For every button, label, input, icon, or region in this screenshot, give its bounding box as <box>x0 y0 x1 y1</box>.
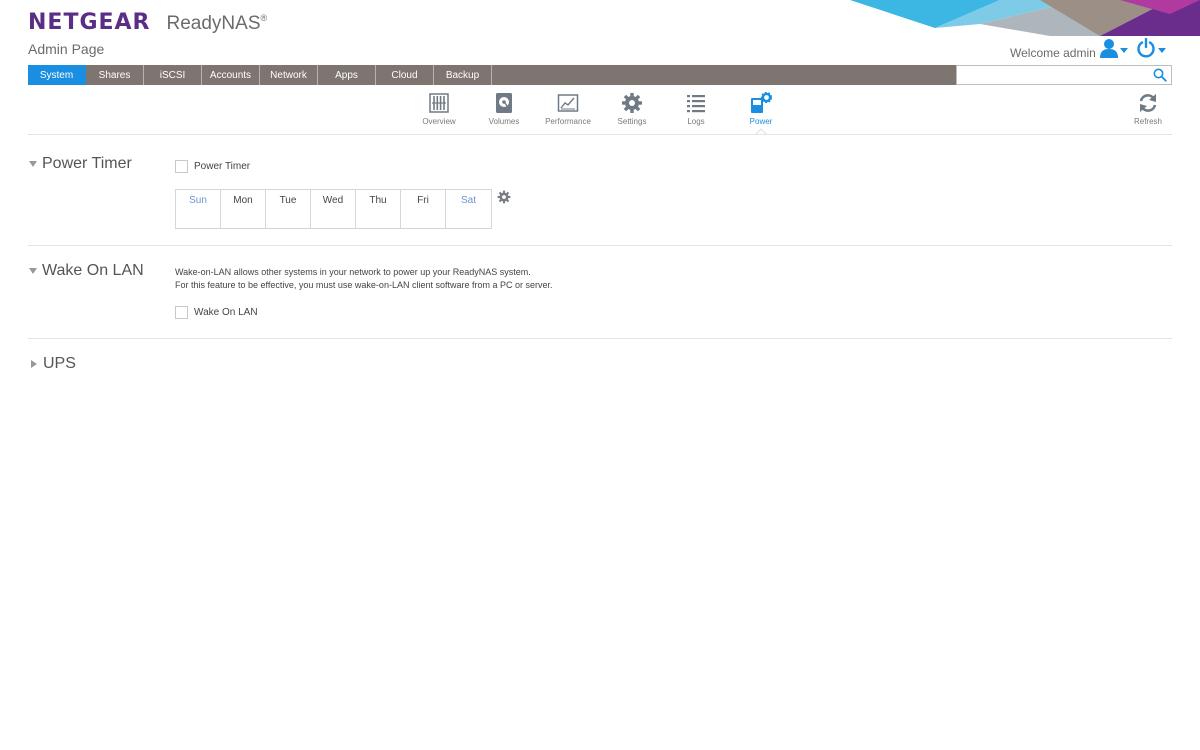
refresh-button[interactable]: Refresh <box>1118 92 1178 126</box>
search-input[interactable] <box>957 66 1153 84</box>
search-box <box>956 65 1172 85</box>
wake-on-lan-description-line2: For this feature to be effective, you mu… <box>175 280 553 290</box>
volumes-icon <box>496 93 512 113</box>
power-menu-button[interactable] <box>1136 38 1166 58</box>
subnav-volumes[interactable]: Volumes <box>474 92 534 126</box>
header-decoration <box>850 0 1200 36</box>
welcome-text: Welcome admin <box>1010 46 1096 60</box>
chevron-down-icon <box>1158 47 1166 53</box>
wake-on-lan-checkbox-row: Wake On LAN <box>175 306 258 319</box>
gear-icon[interactable] <box>497 190 511 204</box>
tab-cloud[interactable]: Cloud <box>376 65 434 85</box>
settings-icon <box>622 93 642 113</box>
section-power-timer-toggle[interactable]: Power Timer <box>29 155 132 173</box>
page-subtitle: Admin Page <box>28 41 105 57</box>
header: NETGEAR ReadyNAS® Admin Page Welcome adm… <box>0 0 1200 64</box>
brand: NETGEAR ReadyNAS® <box>28 10 267 35</box>
collapse-triangle-icon <box>29 268 37 274</box>
subnav-overview[interactable]: Overview <box>409 92 469 126</box>
subnav-overview-label: Overview <box>422 117 456 126</box>
tab-iscsi[interactable]: iSCSI <box>144 65 202 85</box>
subnav-settings[interactable]: Settings <box>602 92 662 126</box>
power-settings-icon <box>751 92 772 113</box>
tab-apps[interactable]: Apps <box>318 65 376 85</box>
day-sat[interactable]: Sat <box>446 190 491 228</box>
wake-on-lan-checkbox-label: Wake On LAN <box>194 307 258 318</box>
search-icon[interactable] <box>1153 68 1167 82</box>
wake-on-lan-description: Wake-on-LAN allows other systems in your… <box>175 266 553 292</box>
divider <box>28 134 1172 135</box>
registered-mark: ® <box>260 13 268 23</box>
user-icon <box>1100 39 1118 58</box>
day-sun[interactable]: Sun <box>176 190 221 228</box>
divider <box>28 245 1172 246</box>
collapse-triangle-icon <box>29 161 37 167</box>
refresh-icon <box>1139 94 1157 112</box>
subnav-settings-label: Settings <box>617 117 647 126</box>
sub-nav: Overview Volumes Performance Settings Lo… <box>0 92 1200 128</box>
day-tue[interactable]: Tue <box>266 190 311 228</box>
overview-icon <box>429 93 449 113</box>
expand-triangle-icon <box>31 360 37 368</box>
divider <box>28 338 1172 339</box>
day-thu[interactable]: Thu <box>356 190 401 228</box>
power-timer-checkbox-row: Power Timer <box>175 160 250 173</box>
chevron-down-icon <box>1120 47 1128 53</box>
wake-on-lan-description-line1: Wake-on-LAN allows other systems in your… <box>175 267 531 277</box>
tab-backup[interactable]: Backup <box>434 65 492 85</box>
power-timer-checkbox[interactable] <box>175 160 188 173</box>
user-menu-button[interactable] <box>1100 38 1128 58</box>
subnav-performance-label: Performance <box>545 117 591 126</box>
tab-system[interactable]: System <box>28 65 86 85</box>
performance-icon <box>557 94 579 112</box>
subnav-logs-label: Logs <box>687 117 705 126</box>
netgear-logo: NETGEAR <box>28 10 151 35</box>
tab-shares[interactable]: Shares <box>86 65 144 85</box>
power-icon <box>1137 38 1155 58</box>
tab-accounts[interactable]: Accounts <box>202 65 260 85</box>
section-ups-title: UPS <box>43 355 76 372</box>
tab-network[interactable]: Network <box>260 65 318 85</box>
day-fri[interactable]: Fri <box>401 190 446 228</box>
logs-icon <box>687 95 705 113</box>
power-schedule-days: Sun Mon Tue Wed Thu Fri Sat <box>175 189 492 229</box>
subnav-logs[interactable]: Logs <box>666 92 726 126</box>
product-name: ReadyNAS® <box>167 13 268 35</box>
day-wed[interactable]: Wed <box>311 190 356 228</box>
product-name-text: ReadyNAS <box>166 13 261 34</box>
subnav-performance[interactable]: Performance <box>538 92 598 126</box>
power-timer-checkbox-label: Power Timer <box>194 161 251 172</box>
section-wake-on-lan-toggle[interactable]: Wake On LAN <box>29 262 144 280</box>
subnav-power-label: Power <box>749 117 773 126</box>
subnav-power[interactable]: Power <box>731 92 791 126</box>
section-power-timer-title: Power Timer <box>42 155 132 172</box>
main-nav: System Shares iSCSI Accounts Network App… <box>28 65 956 85</box>
day-mon[interactable]: Mon <box>221 190 266 228</box>
wake-on-lan-checkbox[interactable] <box>175 306 188 319</box>
refresh-label: Refresh <box>1133 117 1162 126</box>
section-ups-toggle[interactable]: UPS <box>29 355 76 373</box>
section-wake-on-lan-title: Wake On LAN <box>42 262 144 279</box>
subnav-volumes-label: Volumes <box>488 117 520 126</box>
